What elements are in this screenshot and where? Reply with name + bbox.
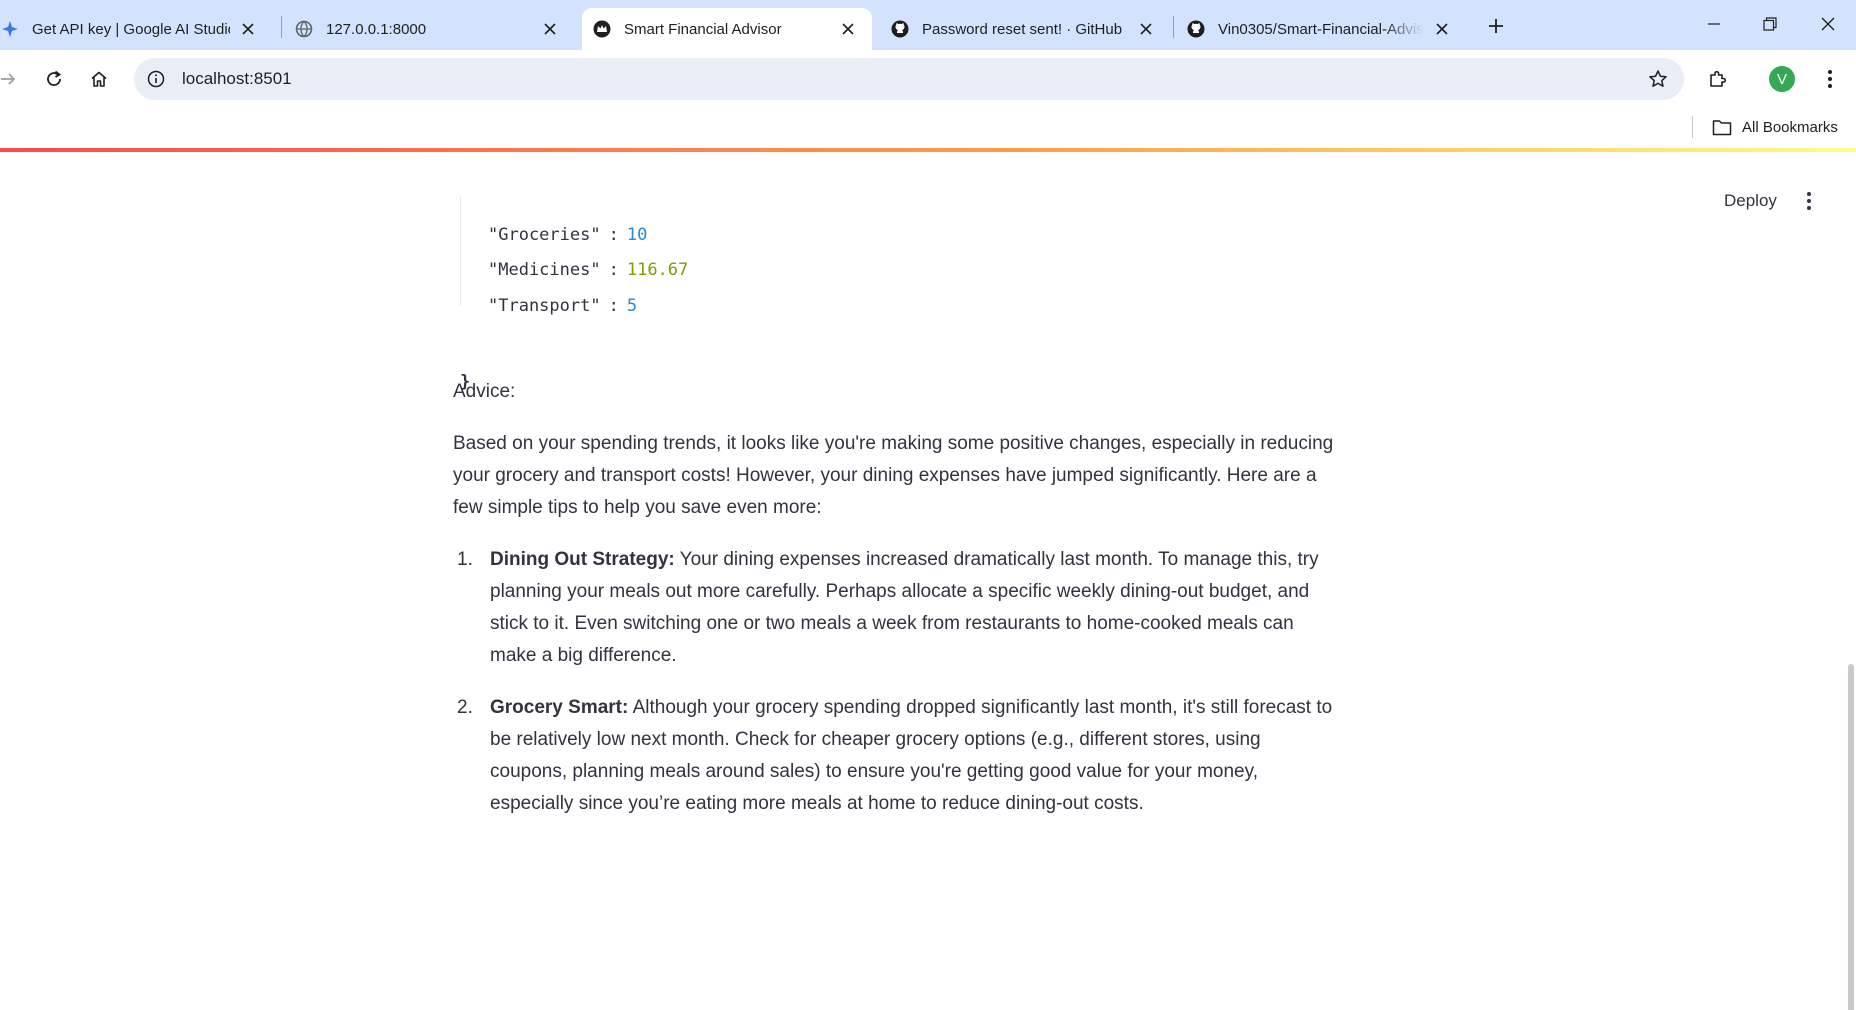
scrollbar[interactable] (1844, 152, 1856, 1010)
new-tab-button[interactable] (1480, 10, 1512, 42)
tab-strip: Get API key | Google AI Studio 127.0.0.1… (0, 0, 1856, 50)
close-tab-icon[interactable] (838, 19, 858, 39)
reload-icon (47, 70, 62, 86)
tab-separator (1173, 16, 1174, 38)
close-icon (1821, 17, 1835, 31)
all-bookmarks-label: All Bookmarks (1742, 118, 1838, 136)
tab-github-password-reset[interactable]: Password reset sent! · GitHub (880, 8, 1170, 50)
github-icon (890, 19, 910, 39)
tab-smart-financial-advisor[interactable]: Smart Financial Advisor (582, 8, 872, 50)
restore-icon (1763, 17, 1777, 31)
close-tab-icon[interactable] (1136, 19, 1156, 39)
minimize-icon (1708, 23, 1720, 25)
close-window-button[interactable] (1800, 0, 1856, 48)
advice-tips-list: 1. Dining Out Strategy: Your dining expen… (453, 544, 1335, 840)
list-number: 1. (457, 549, 473, 570)
scrollbar-thumb[interactable] (1848, 664, 1854, 1010)
site-info-icon[interactable] (144, 67, 168, 91)
json-key: "Groceries" (488, 225, 601, 245)
forward-button[interactable] (0, 61, 26, 97)
puzzle-icon (1710, 70, 1727, 87)
json-colon: : (608, 296, 619, 316)
tab-title: 127.0.0.1:8000 (326, 20, 427, 38)
close-tab-icon[interactable] (540, 19, 560, 39)
json-value: 116.67 (626, 260, 689, 280)
json-entry-groceries: "Groceries" : 10 (488, 220, 647, 250)
restore-button[interactable] (1742, 0, 1798, 48)
google-ai-studio-icon (0, 19, 20, 39)
github-icon (1186, 19, 1206, 39)
list-item: 1. Dining Out Strategy: Your dining expen… (453, 544, 1335, 672)
deploy-button[interactable]: Deploy (1706, 184, 1795, 218)
advice-intro: Based on your spending trends, it looks … (453, 433, 1334, 518)
main-menu-button[interactable] (1792, 184, 1826, 218)
tab-google-ai-studio[interactable]: Get API key | Google AI Studio (0, 8, 272, 50)
plus-icon (1489, 19, 1503, 33)
close-tab-icon[interactable] (1432, 19, 1452, 39)
json-colon: : (608, 225, 619, 245)
advice-label: Advice: (453, 381, 516, 402)
tab-title: Get API key | Google AI Studio (32, 20, 230, 38)
profile-button[interactable]: V (1764, 61, 1800, 97)
folder-icon (1712, 119, 1732, 136)
json-value: 5 (626, 296, 638, 316)
streamlit-crown-icon (592, 19, 612, 39)
bookmarks-bar: All Bookmarks (0, 108, 1856, 148)
url-text[interactable]: localhost:8501 (182, 69, 292, 89)
kebab-menu-icon (1828, 70, 1832, 88)
tab-title: Vin0305/Smart-Financial-Advisor (1218, 20, 1424, 38)
reload-button[interactable] (36, 61, 72, 97)
bookmark-star-icon[interactable] (1646, 67, 1670, 91)
json-key: "Medicines" (488, 260, 601, 280)
app-viewport: Deploy "Groceries" : 10 "Medicines" : 11… (0, 148, 1856, 1010)
home-button[interactable] (81, 61, 117, 97)
tab-title: Smart Financial Advisor (624, 20, 782, 38)
all-bookmarks-button[interactable]: All Bookmarks (1712, 113, 1838, 141)
json-entry-transport: "Transport" : 5 (488, 291, 637, 321)
tab-title: Password reset sent! · GitHub (922, 20, 1123, 38)
json-value: 10 (626, 225, 648, 245)
json-entry-medicines: "Medicines" : 116.67 (488, 255, 688, 285)
tab-localhost-8000[interactable]: 127.0.0.1:8000 (284, 8, 574, 50)
extensions-button[interactable] (1700, 61, 1736, 97)
globe-icon (294, 19, 314, 39)
tip-title: Dining Out Strategy: (490, 549, 675, 570)
home-icon (91, 71, 107, 87)
json-key: "Transport" (488, 296, 601, 316)
kebab-menu-icon (1807, 192, 1811, 210)
avatar: V (1769, 66, 1795, 92)
bookmarks-separator (1692, 116, 1693, 138)
list-item: 2. Grocery Smart: Although your grocery s… (453, 692, 1335, 820)
json-indent-guide (460, 196, 461, 306)
tip-title: Grocery Smart: (490, 697, 629, 718)
tab-separator (281, 16, 282, 38)
browser-toolbar: localhost:8501 V (0, 50, 1856, 108)
tab-github-repo[interactable]: Vin0305/Smart-Financial-Advisor (1176, 8, 1466, 50)
json-colon: : (608, 260, 619, 280)
address-bar[interactable]: localhost:8501 (134, 58, 1684, 100)
list-number: 2. (457, 697, 473, 718)
browser-menu-button[interactable] (1812, 61, 1848, 97)
arrow-right-icon (1, 73, 16, 85)
close-tab-icon[interactable] (238, 19, 258, 39)
header-decoration-bar (0, 148, 1856, 152)
minimize-button[interactable] (1686, 0, 1742, 48)
